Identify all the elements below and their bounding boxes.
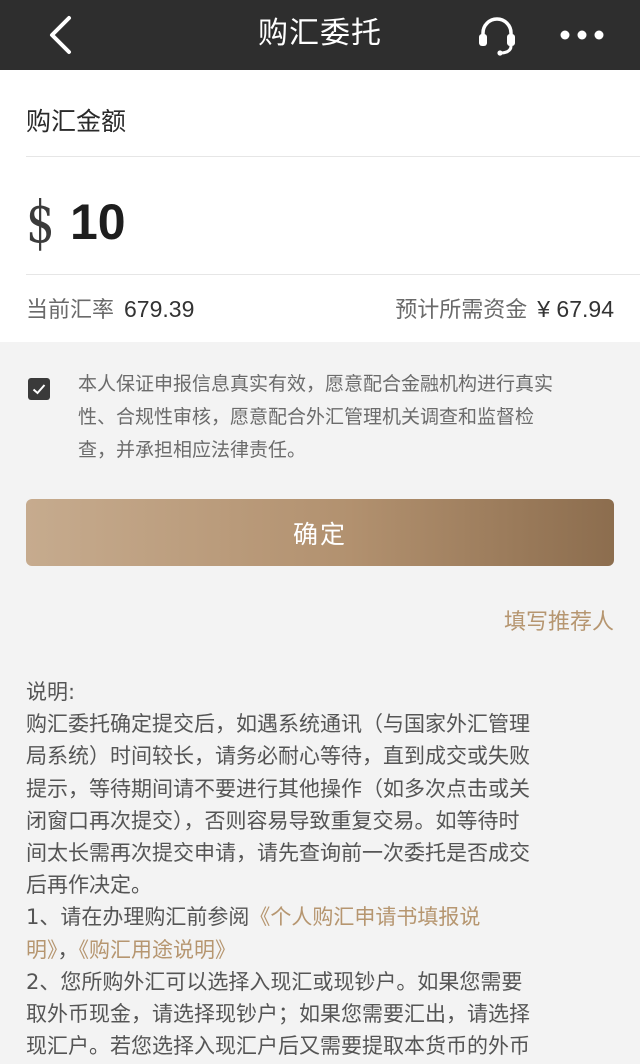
notes-line: 局系统）时间较长，请务必耐心等待，直到成交或失败 [26,744,530,769]
application-form-guide-link[interactable]: 明》 [26,938,58,962]
agreement-line: 性、合规性审核，愿意配合外汇管理机关调查和监督检 [78,406,535,428]
nav-bar: 购汇委托 [0,0,640,70]
divider [26,274,640,275]
notes-line: 购汇委托确定提交后，如遇系统通讯（与国家外汇管理 [26,712,530,737]
notes-title: 说明: [26,680,76,704]
amount-section-label: 购汇金额 [26,107,127,136]
notes-separator: ， [57,937,79,962]
notes-line: 取外币现金，请选择现钞户；如果您需要汇出，请选择 [26,1002,530,1027]
notes-line: 现汇户。若您选择入现汇户后又需要提取本货币的外币 [26,1034,530,1059]
back-button[interactable] [36,12,84,58]
notes-item-1-prefix: 1、请在办理购汇前参阅 [26,905,250,930]
headset-icon [479,17,515,56]
notes-item-1-cont: 明》，《购汇用途说明》 [26,934,616,966]
confirm-button[interactable]: 确定 [26,499,614,566]
amount-row: $ [26,182,616,262]
agreement-line: 查，并承担相应法律责任。 [78,439,307,461]
divider [26,156,640,157]
fill-referrer-link[interactable]: 填写推荐人 [504,604,614,636]
agreement-text: 本人保证申报信息真实有效，愿意配合金融机构进行真实 性、合规性审核，愿意配合外汇… [78,368,614,467]
rate-row: 当前汇率 679.39 预计所需资金 ¥ 67.94 [26,292,614,324]
notes-item-1: 1、请在办理购汇前参阅《个人购汇申请书填报说 [26,901,616,933]
customer-service-button[interactable] [470,10,524,60]
current-rate: 当前汇率 679.39 [26,292,194,324]
amount-input[interactable] [70,193,570,251]
estimated-funds-value: ¥ 67.94 [537,296,614,322]
notes-section: 说明: 购汇委托确定提交后，如遇系统通讯（与国家外汇管理 局系统）时间较长，请务… [26,676,616,1062]
application-form-guide-link[interactable]: 《个人购汇申请书填报说 [249,905,480,929]
purchase-purpose-link[interactable]: 《购汇用途说明》 [79,938,237,962]
notes-line: 间太长需再次提交申请，请先查询前一次委托是否成交 [26,841,530,866]
page-title: 购汇委托 [258,16,382,51]
agreement-line: 本人保证申报信息真实有效，愿意配合金融机构进行真实 [78,373,554,395]
currency-symbol: $ [26,188,55,256]
agreement-checkbox[interactable] [28,378,50,400]
notes-line: 提示，等待期间请不要进行其他操作（如多次点击或关 [26,776,530,801]
notes-line: 后再作决定。 [26,873,152,898]
checkmark-icon [32,384,46,395]
estimated-funds-label: 预计所需资金 [395,298,528,323]
amount-card: 购汇金额 $ 当前汇率 679.39 预计所需资金 ¥ 67.94 [0,70,640,342]
notes-line: 闭窗口再次提交），否则容易导致重复交易。如等待时 [26,808,520,833]
current-rate-label: 当前汇率 [26,298,115,323]
more-dots-icon [560,30,604,40]
notes-line: 2、您所购外汇可以选择入现汇或现钞户。如果您需要 [26,969,523,994]
more-button[interactable] [552,12,612,58]
current-rate-value: 679.39 [124,296,195,322]
estimated-funds: 预计所需资金 ¥ 67.94 [395,292,614,324]
back-arrow-icon [50,16,71,54]
